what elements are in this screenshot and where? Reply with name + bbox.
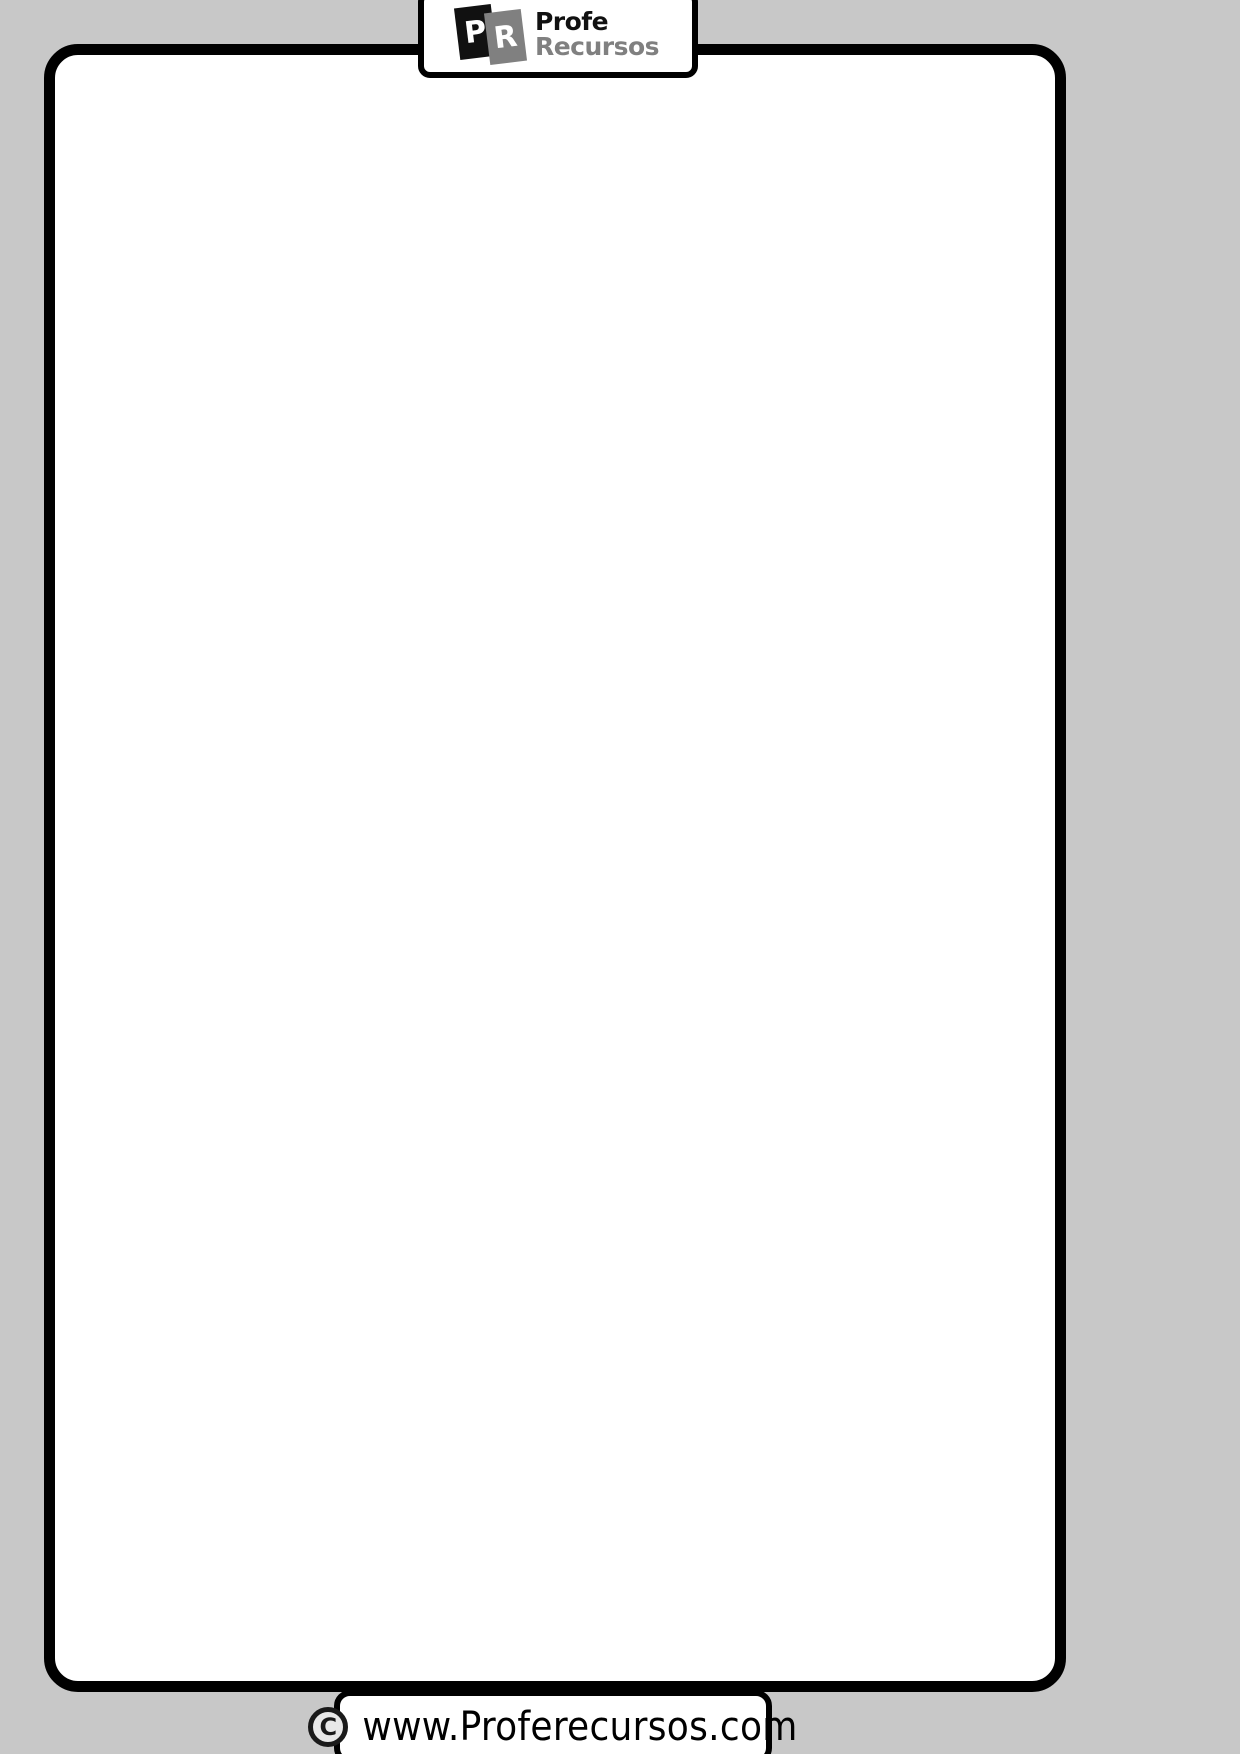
logo-letter-tiles: P R bbox=[453, 3, 527, 66]
logo-wordmark: Profe Recursos bbox=[534, 7, 660, 61]
logo-word-recursos: Recursos bbox=[534, 32, 660, 61]
worksheet-card bbox=[44, 44, 1066, 1692]
worksheet-page: P R Profe Recursos Synonyms are words th… bbox=[0, 0, 1240, 1754]
logo-word-profe: Profe bbox=[534, 7, 609, 36]
brand-logo-tab: P R Profe Recursos bbox=[418, 0, 698, 78]
copyright-icon: C bbox=[308, 1707, 349, 1747]
footer-brand-tab: C www.Proferecursos.com bbox=[308, 1690, 797, 1754]
footer-website-url: www.Proferecursos.com bbox=[362, 1704, 798, 1750]
logo-tile-r-icon: R bbox=[483, 8, 527, 66]
